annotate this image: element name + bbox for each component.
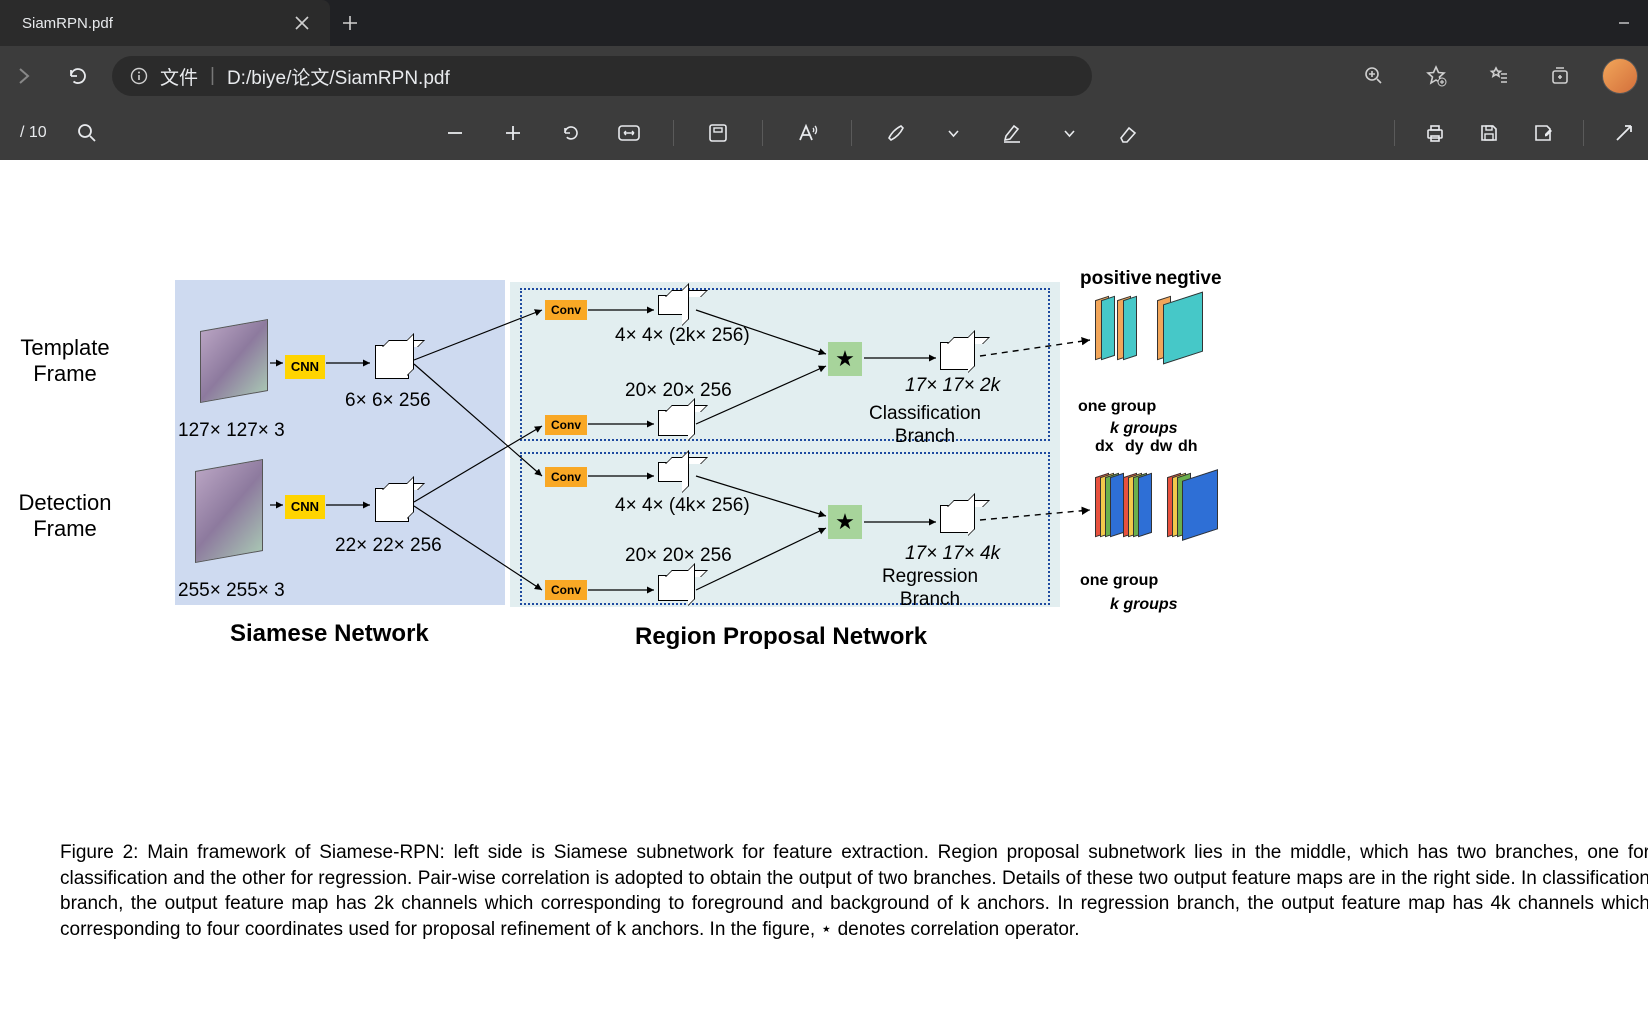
- positive-label: positive: [1080, 268, 1152, 290]
- cube-feat20-cls: [658, 410, 690, 436]
- highlight-icon[interactable]: [998, 119, 1026, 147]
- cube-out-reg: [940, 505, 970, 533]
- correlation-star-cls: ★: [828, 342, 862, 376]
- feat20-reg-label: 20× 20× 256: [625, 545, 732, 567]
- new-tab-button[interactable]: [330, 0, 370, 46]
- fullscreen-icon[interactable]: [1610, 119, 1638, 147]
- rpn-title: Region Proposal Network: [635, 623, 927, 651]
- cube-feat20-reg: [658, 575, 690, 601]
- dim-template-in: 127× 127× 3: [178, 420, 285, 442]
- page-view-icon[interactable]: [704, 119, 732, 147]
- tab-title: SiamRPN.pdf: [22, 15, 113, 32]
- address-divider: |: [210, 65, 215, 87]
- template-frame-label: TemplateFrame: [10, 335, 120, 388]
- conv-box: Conv: [545, 467, 587, 487]
- forward-button[interactable]: [4, 56, 44, 96]
- pdf-toolbar: / 10: [0, 106, 1648, 160]
- page-total-label: / 10: [20, 124, 47, 142]
- close-tab-icon[interactable]: [288, 9, 316, 37]
- favorite-icon[interactable]: [1416, 56, 1456, 96]
- save-icon[interactable]: [1475, 119, 1503, 147]
- toolbar-separator: [762, 120, 763, 146]
- dim-detection-feat: 22× 22× 256: [335, 535, 442, 557]
- conv-box: Conv: [545, 300, 587, 320]
- address-bar[interactable]: 文件 | D:/biye/论文/SiamRPN.pdf: [112, 56, 1092, 96]
- one-group-cls: one group: [1078, 398, 1156, 416]
- toolbar-separator: [1583, 120, 1584, 146]
- k-groups-cls: k groups: [1110, 420, 1178, 438]
- save-as-icon[interactable]: [1529, 119, 1557, 147]
- rotate-icon[interactable]: [557, 119, 585, 147]
- search-in-pdf-icon[interactable]: [73, 119, 101, 147]
- dh-label: dh: [1178, 438, 1198, 456]
- toolbar-separator: [673, 120, 674, 146]
- reg-branch-label: RegressionBranch: [850, 566, 1010, 612]
- toolbar-separator: [851, 120, 852, 146]
- erase-icon[interactable]: [1114, 119, 1142, 147]
- correlation-star-reg: ★: [828, 505, 862, 539]
- detection-thumb: [195, 459, 263, 563]
- cube-detection-feat: [375, 488, 409, 522]
- conv-box: Conv: [545, 415, 587, 435]
- figure-diagram: TemplateFrame DetectionFrame 127× 127× 3…: [60, 280, 1580, 860]
- out-cls-label: 17× 17× 2k: [905, 375, 1000, 397]
- k-groups-reg: k groups: [1110, 596, 1178, 614]
- address-url: D:/biye/论文/SiamRPN.pdf: [227, 63, 450, 90]
- dim-detection-in: 255× 255× 3: [178, 580, 285, 602]
- address-file-label: 文件: [160, 63, 198, 90]
- siamese-title: Siamese Network: [230, 620, 429, 648]
- profile-avatar[interactable]: [1602, 58, 1638, 94]
- negative-label: negtive: [1155, 268, 1222, 290]
- read-aloud-icon[interactable]: [793, 119, 821, 147]
- cube-kernel-cls: [658, 295, 684, 315]
- browser-tab[interactable]: SiamRPN.pdf: [0, 0, 330, 46]
- dw-label: dw: [1150, 438, 1172, 456]
- feat20-cls-label: 20× 20× 256: [625, 380, 732, 402]
- address-bar-row: 文件 | D:/biye/论文/SiamRPN.pdf: [0, 46, 1648, 106]
- info-icon: [130, 67, 148, 85]
- minimize-button[interactable]: [1600, 0, 1648, 46]
- cls-branch-label: ClassificationBranch: [845, 403, 1005, 449]
- pdf-viewer[interactable]: TemplateFrame DetectionFrame 127× 127× 3…: [0, 160, 1648, 1030]
- toolbar-separator: [1394, 120, 1395, 146]
- template-thumb: [200, 319, 268, 403]
- dy-label: dy: [1125, 438, 1144, 456]
- conv-box: Conv: [545, 580, 587, 600]
- detection-frame-label: DetectionFrame: [10, 490, 120, 543]
- figure-caption: Figure 2: Main framework of Siamese-RPN:…: [60, 840, 1648, 943]
- zoom-in-icon[interactable]: [499, 119, 527, 147]
- one-group-reg: one group: [1080, 572, 1158, 590]
- cube-out-cls: [940, 342, 970, 370]
- print-icon[interactable]: [1421, 119, 1449, 147]
- dim-template-feat: 6× 6× 256: [345, 390, 431, 412]
- cube-kernel-reg: [658, 462, 684, 482]
- pdf-page: TemplateFrame DetectionFrame 127× 127× 3…: [0, 160, 1648, 980]
- chevron-down-icon[interactable]: [940, 119, 968, 147]
- cube-template-feat: [375, 345, 409, 379]
- fit-width-icon[interactable]: [615, 119, 643, 147]
- zoom-out-icon[interactable]: [441, 119, 469, 147]
- zoom-icon[interactable]: [1354, 56, 1394, 96]
- cnn-box-bottom: CNN: [285, 495, 325, 519]
- refresh-button[interactable]: [58, 56, 98, 96]
- collections-icon[interactable]: [1540, 56, 1580, 96]
- draw-icon[interactable]: [882, 119, 910, 147]
- chevron-down-icon[interactable]: [1056, 119, 1084, 147]
- favorites-list-icon[interactable]: [1478, 56, 1518, 96]
- out-reg-label: 17× 17× 4k: [905, 543, 1000, 565]
- kernel-reg-label: 4× 4× (4k× 256): [615, 495, 750, 517]
- cnn-box-top: CNN: [285, 355, 325, 379]
- dx-label: dx: [1095, 438, 1114, 456]
- kernel-cls-label: 4× 4× (2k× 256): [615, 325, 750, 347]
- titlebar: SiamRPN.pdf: [0, 0, 1648, 46]
